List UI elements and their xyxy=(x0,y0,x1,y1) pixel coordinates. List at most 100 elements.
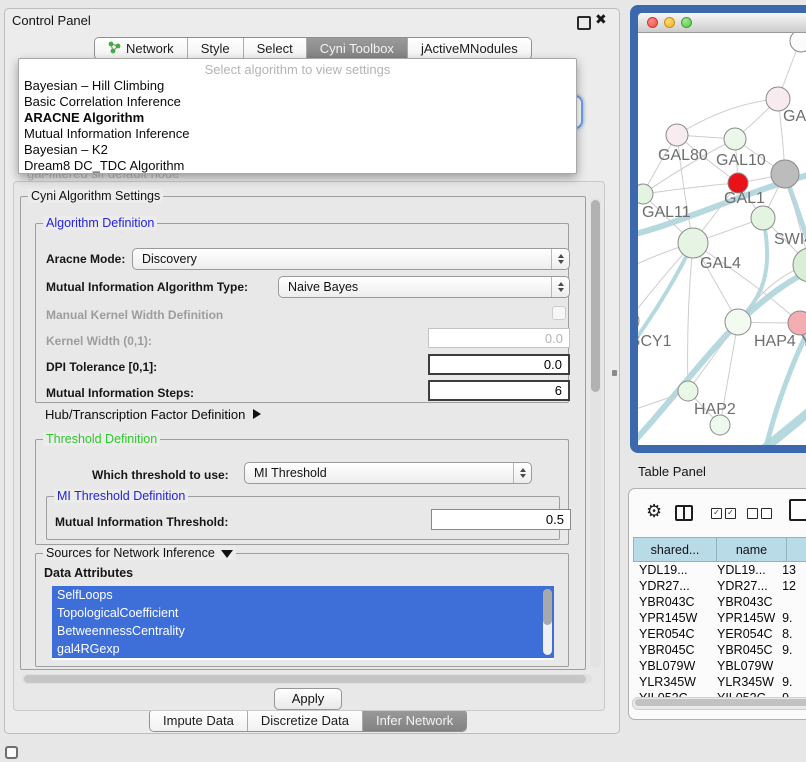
table-row[interactable]: YLR345WYLR345W9. xyxy=(633,674,806,690)
gear-icon[interactable]: ⚙ xyxy=(646,501,662,522)
table-cell[interactable]: YDL19... xyxy=(633,562,711,578)
tab-jactivemnodules[interactable]: jActiveMNodules xyxy=(408,38,531,59)
apply-button[interactable]: Apply xyxy=(274,688,342,710)
settings-vertical-scrollbar[interactable] xyxy=(590,198,601,668)
close-icon[interactable]: ✖ xyxy=(595,11,607,28)
manual-kernel-width-checkbox[interactable] xyxy=(552,306,566,320)
tab-discretize-data[interactable]: Discretize Data xyxy=(248,710,363,731)
network-node-hap4[interactable] xyxy=(725,309,751,335)
table-cell[interactable]: 9. xyxy=(776,610,806,626)
attribute-item[interactable]: BetweennessCentrality xyxy=(52,622,554,640)
network-node-label: Y xyxy=(801,333,806,350)
table-horizontal-scrollbar[interactable] xyxy=(632,697,806,710)
new-table-icon[interactable] xyxy=(789,499,806,521)
mi-algorithm-type-select[interactable]: Naive Bayes xyxy=(278,276,570,298)
table-cell[interactable]: YPR145W xyxy=(711,610,776,626)
table-row[interactable]: YER054CYER054C8. xyxy=(633,626,806,642)
table-cell[interactable]: YBR045C xyxy=(711,642,776,658)
attribute-item[interactable]: TopologicalCoefficient xyxy=(52,604,554,622)
column-layout-icon[interactable] xyxy=(675,505,693,521)
dpi-tolerance-field[interactable] xyxy=(428,354,570,375)
table-cell[interactable]: 12 xyxy=(776,578,806,594)
column-header[interactable] xyxy=(787,537,806,562)
deselect-all-columns-icon[interactable] xyxy=(747,508,772,519)
table-cell[interactable]: YER054C xyxy=(633,626,711,642)
algorithm-option[interactable]: Bayesian – K2 xyxy=(19,142,576,158)
which-threshold-select[interactable]: MI Threshold xyxy=(244,462,532,484)
column-header[interactable]: name xyxy=(717,537,787,562)
aracne-mode-select[interactable]: Discovery xyxy=(132,248,570,270)
tab-select[interactable]: Select xyxy=(244,38,307,59)
table-cell[interactable]: YDR27... xyxy=(711,578,776,594)
control-panel-tab-bar: NetworkStyleSelectCyni ToolboxjActiveMNo… xyxy=(94,37,532,60)
table-row[interactable]: YDR27...YDR27...12 xyxy=(633,578,806,594)
algorithm-option[interactable]: Dream8 DC_TDC Algorithm xyxy=(19,158,576,174)
column-header[interactable]: shared... xyxy=(633,537,717,562)
tab-network[interactable]: Network xyxy=(95,38,188,59)
attribute-item[interactable]: gal4RGexp xyxy=(52,640,554,658)
kernel-width-field[interactable] xyxy=(428,328,570,348)
table-cell[interactable]: YDL19... xyxy=(711,562,776,578)
network-node-gal4[interactable] xyxy=(678,228,708,258)
table-cell[interactable] xyxy=(776,658,806,674)
mi-steps-field[interactable] xyxy=(428,380,570,401)
table-body: YDL19...YDL19...13YDR27...YDR27...12YBR0… xyxy=(633,562,806,706)
table-cell[interactable]: 13 xyxy=(776,562,806,578)
table-row[interactable]: YBL079WYBL079W xyxy=(633,658,806,674)
table-cell[interactable]: YBL079W xyxy=(711,658,776,674)
network-node-gal10[interactable] xyxy=(724,128,746,150)
tab-impute-data[interactable]: Impute Data xyxy=(150,710,248,731)
data-attributes-list[interactable]: SelfLoopsTopologicalCoefficientBetweenne… xyxy=(52,586,554,660)
algorithm-option[interactable]: ARACNE Algorithm xyxy=(19,110,576,126)
algorithm-option[interactable]: Basic Correlation Inference xyxy=(19,94,576,110)
panel-splitter-handle[interactable] xyxy=(612,370,617,376)
docked-panel-icon[interactable] xyxy=(5,746,18,759)
window-zoom-button[interactable] xyxy=(681,17,692,28)
group-title: Algorithm Definition xyxy=(43,216,157,230)
network-node[interactable] xyxy=(771,160,799,188)
table-row[interactable]: YDL19...YDL19...13 xyxy=(633,562,806,578)
table-cell[interactable]: YLR345W xyxy=(633,674,711,690)
table-row[interactable]: YBR045CYBR045C9. xyxy=(633,642,806,658)
select-all-columns-icon[interactable]: ✓✓ xyxy=(711,508,736,519)
table-cell[interactable]: YBL079W xyxy=(633,658,711,674)
network-node-label: GAL10 xyxy=(716,152,766,169)
table-row[interactable]: YBR043CYBR043C xyxy=(633,594,806,610)
network-node-gal80[interactable] xyxy=(666,124,688,146)
algorithm-option[interactable]: Mutual Information Inference xyxy=(19,126,576,142)
table-cell[interactable]: YLR345W xyxy=(711,674,776,690)
table-cell[interactable]: YBR043C xyxy=(711,594,776,610)
window-close-button[interactable] xyxy=(647,17,658,28)
table-cell[interactable]: YBR043C xyxy=(633,594,711,610)
network-node[interactable] xyxy=(790,33,806,52)
table-cell[interactable]: YPR145W xyxy=(633,610,711,626)
table-cell[interactable]: YER054C xyxy=(711,626,776,642)
table-cell[interactable]: 9. xyxy=(776,642,806,658)
network-canvas[interactable]: GALGAL80GAL10GAL1GAL11SWI4GAL4GCY1HAP4YH… xyxy=(638,33,806,445)
algorithm-option[interactable]: Bayesian – Hill Climbing xyxy=(19,78,576,94)
network-node-gcy1[interactable] xyxy=(638,310,639,332)
table-cell[interactable]: YDR27... xyxy=(633,578,711,594)
window-minimize-button[interactable] xyxy=(664,17,675,28)
float-window-icon[interactable] xyxy=(577,16,591,30)
network-window-titlebar[interactable] xyxy=(638,13,806,33)
network-edge xyxy=(688,243,693,391)
network-node-gal1[interactable] xyxy=(751,206,775,230)
settings-horizontal-scrollbar[interactable] xyxy=(22,674,592,684)
network-node-hap2[interactable] xyxy=(678,381,698,401)
network-node-gal11[interactable] xyxy=(638,184,653,204)
tab-cyni-toolbox[interactable]: Cyni Toolbox xyxy=(307,38,408,59)
table-row[interactable]: YPR145WYPR145W9. xyxy=(633,610,806,626)
network-node[interactable] xyxy=(710,415,730,435)
list-vertical-scrollbar[interactable] xyxy=(543,589,552,655)
hub-transcription-section-toggle[interactable]: Hub/Transcription Factor Definition xyxy=(45,407,261,422)
tab-infer-network[interactable]: Infer Network xyxy=(363,710,466,731)
mi-threshold-field[interactable] xyxy=(431,509,571,530)
table-cell[interactable]: 9. xyxy=(776,674,806,690)
attribute-item[interactable]: SelfLoops xyxy=(52,586,554,604)
mi-steps-label: Mutual Information Steps: xyxy=(46,386,194,400)
tab-style[interactable]: Style xyxy=(188,38,244,59)
table-cell[interactable]: 8. xyxy=(776,626,806,642)
table-cell[interactable]: YBR045C xyxy=(633,642,711,658)
table-cell[interactable] xyxy=(776,594,806,610)
